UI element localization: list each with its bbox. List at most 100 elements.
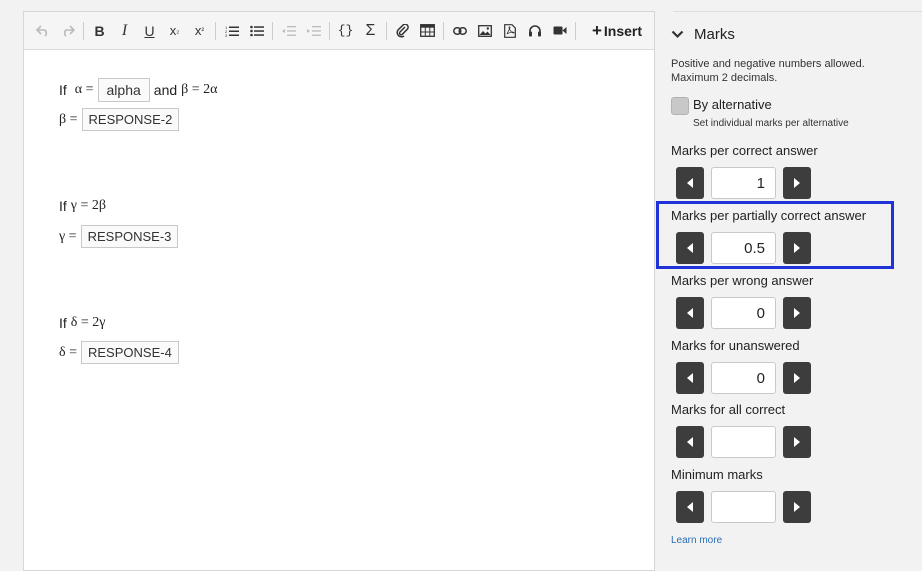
toolbar-separator — [443, 21, 444, 40]
math-beta-lhs: β = — [59, 111, 78, 127]
sigma-icon[interactable]: Σ — [358, 18, 383, 44]
undo-icon[interactable] — [30, 18, 55, 44]
caret-right-icon — [794, 178, 800, 188]
caret-right-icon — [794, 308, 800, 318]
response-box-4[interactable]: RESPONSE-4 — [81, 341, 179, 364]
response-box-3[interactable]: RESPONSE-3 — [80, 225, 179, 248]
increment-button[interactable] — [783, 297, 811, 329]
text-if: If — [59, 315, 67, 331]
plus-icon: + — [591, 20, 602, 40]
marks-input[interactable] — [711, 362, 776, 394]
field-minimum-marks: Minimum marks — [671, 467, 811, 523]
field-label: Marks for all correct — [671, 402, 786, 417]
marks-stepper — [676, 167, 818, 199]
marks-input[interactable] — [711, 167, 776, 199]
section-title: Marks — [694, 26, 735, 43]
by-alternative-label: By alternative — [693, 97, 772, 112]
marks-note: Positive and negative numbers allowed. M… — [671, 57, 911, 85]
italic-icon[interactable]: I — [112, 18, 137, 44]
marks-section-toggle[interactable]: Marks — [671, 26, 735, 43]
paperclip-icon[interactable] — [390, 18, 415, 44]
superscript-icon[interactable]: x² — [187, 18, 212, 44]
marks-panel: Marks Positive and negative numbers allo… — [656, 0, 922, 556]
math-delta-lhs: δ = — [59, 344, 77, 360]
math-gamma-lhs: γ = — [59, 228, 77, 244]
question-line-3: If γ = 2β — [59, 198, 106, 214]
marks-input[interactable] — [711, 426, 776, 458]
video-icon[interactable] — [547, 18, 572, 44]
field-label: Marks per correct answer — [671, 143, 818, 158]
subscript-icon[interactable]: x₂ — [162, 18, 187, 44]
underline-icon[interactable]: U — [137, 18, 162, 44]
caret-right-icon — [794, 373, 800, 383]
marks-stepper — [676, 362, 811, 394]
bullet-list-icon[interactable] — [244, 18, 269, 44]
response-box-1[interactable]: alpha — [97, 78, 150, 102]
link-icon[interactable] — [447, 18, 472, 44]
caret-left-icon — [687, 502, 693, 512]
increment-button[interactable] — [783, 232, 811, 264]
chevron-down-icon — [671, 30, 684, 39]
decrement-button[interactable] — [676, 232, 704, 264]
decrement-button[interactable] — [676, 167, 704, 199]
field-label: Marks for unanswered — [671, 338, 800, 353]
text-if: If — [59, 198, 67, 214]
by-alternative-option[interactable]: By alternative — [671, 97, 772, 115]
marks-input[interactable] — [711, 297, 776, 329]
insert-button[interactable]: + Insert — [591, 20, 642, 40]
caret-left-icon — [687, 243, 693, 253]
field-marks-wrong: Marks per wrong answer — [671, 273, 813, 329]
insert-label: Insert — [603, 22, 642, 39]
indent-icon[interactable] — [301, 18, 326, 44]
pdf-icon[interactable] — [497, 18, 522, 44]
response-box-2[interactable]: RESPONSE-2 — [81, 108, 180, 131]
question-line-1: If α = alpha and β = 2α — [59, 78, 218, 102]
toolbar-separator — [329, 21, 330, 40]
learn-more-link[interactable]: Learn more — [671, 535, 722, 546]
increment-button[interactable] — [783, 362, 811, 394]
decrement-button[interactable] — [676, 362, 704, 394]
table-icon[interactable] — [415, 18, 440, 44]
marks-input[interactable] — [711, 491, 776, 523]
caret-left-icon — [687, 308, 693, 318]
ordered-list-icon[interactable]: 123 — [219, 18, 244, 44]
code-icon[interactable]: {} — [333, 18, 358, 44]
decrement-button[interactable] — [676, 426, 704, 458]
caret-right-icon — [794, 243, 800, 253]
redo-icon[interactable] — [55, 18, 80, 44]
field-marks-correct: Marks per correct answer — [671, 143, 818, 199]
marks-stepper — [676, 232, 866, 264]
marks-input[interactable] — [711, 232, 776, 264]
field-marks-partial: Marks per partially correct answer — [671, 208, 866, 264]
divider — [673, 11, 922, 12]
image-icon[interactable] — [472, 18, 497, 44]
audio-icon[interactable] — [522, 18, 547, 44]
question-line-4: γ = RESPONSE-3 — [59, 225, 179, 248]
toolbar-separator — [386, 21, 387, 40]
field-label: Marks per wrong answer — [671, 273, 814, 288]
marks-stepper — [676, 491, 811, 523]
by-alternative-checkbox[interactable] — [671, 97, 689, 115]
math-gamma-expr: γ = 2β — [70, 198, 106, 213]
caret-left-icon — [687, 373, 693, 383]
outdent-icon[interactable] — [276, 18, 301, 44]
toolbar-separator — [272, 21, 273, 40]
decrement-button[interactable] — [676, 297, 704, 329]
caret-right-icon — [794, 437, 800, 447]
editor-toolbar: B I U x₂ x² 123 {} Σ + Insert — [24, 12, 654, 50]
math-delta-expr: δ = 2γ — [70, 315, 106, 330]
rich-text-editor: B I U x₂ x² 123 {} Σ + Insert If α = alp… — [23, 11, 655, 571]
toolbar-separator — [575, 21, 576, 40]
decrement-button[interactable] — [676, 491, 704, 523]
increment-button[interactable] — [783, 426, 811, 458]
text-and: and — [153, 82, 178, 98]
question-line-6: δ = RESPONSE-4 — [59, 341, 179, 364]
math-alpha-expr: α = — [74, 82, 94, 97]
by-alternative-hint: Set individual marks per alternative — [693, 118, 849, 129]
caret-left-icon — [687, 437, 693, 447]
marks-stepper — [676, 297, 813, 329]
bold-icon[interactable]: B — [87, 18, 112, 44]
increment-button[interactable] — [783, 167, 811, 199]
field-marks-unanswered: Marks for unanswered — [671, 338, 811, 394]
increment-button[interactable] — [783, 491, 811, 523]
